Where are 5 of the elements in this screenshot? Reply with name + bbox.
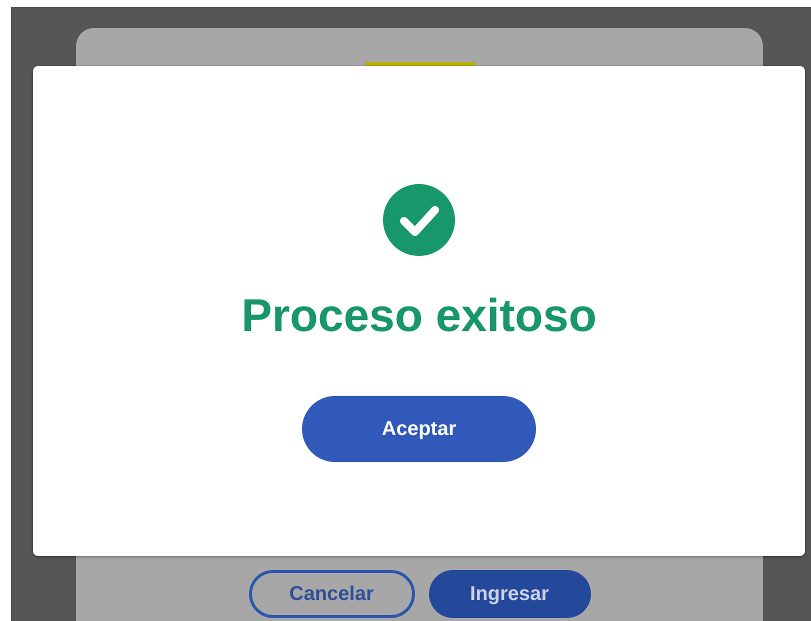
cancel-button[interactable]: Cancelar xyxy=(248,570,414,618)
accept-button[interactable]: Aceptar xyxy=(302,396,536,462)
dialog-title: Proceso exitoso xyxy=(241,288,597,343)
check-circle-icon xyxy=(383,184,455,256)
submit-button[interactable]: Ingresar xyxy=(428,570,590,618)
